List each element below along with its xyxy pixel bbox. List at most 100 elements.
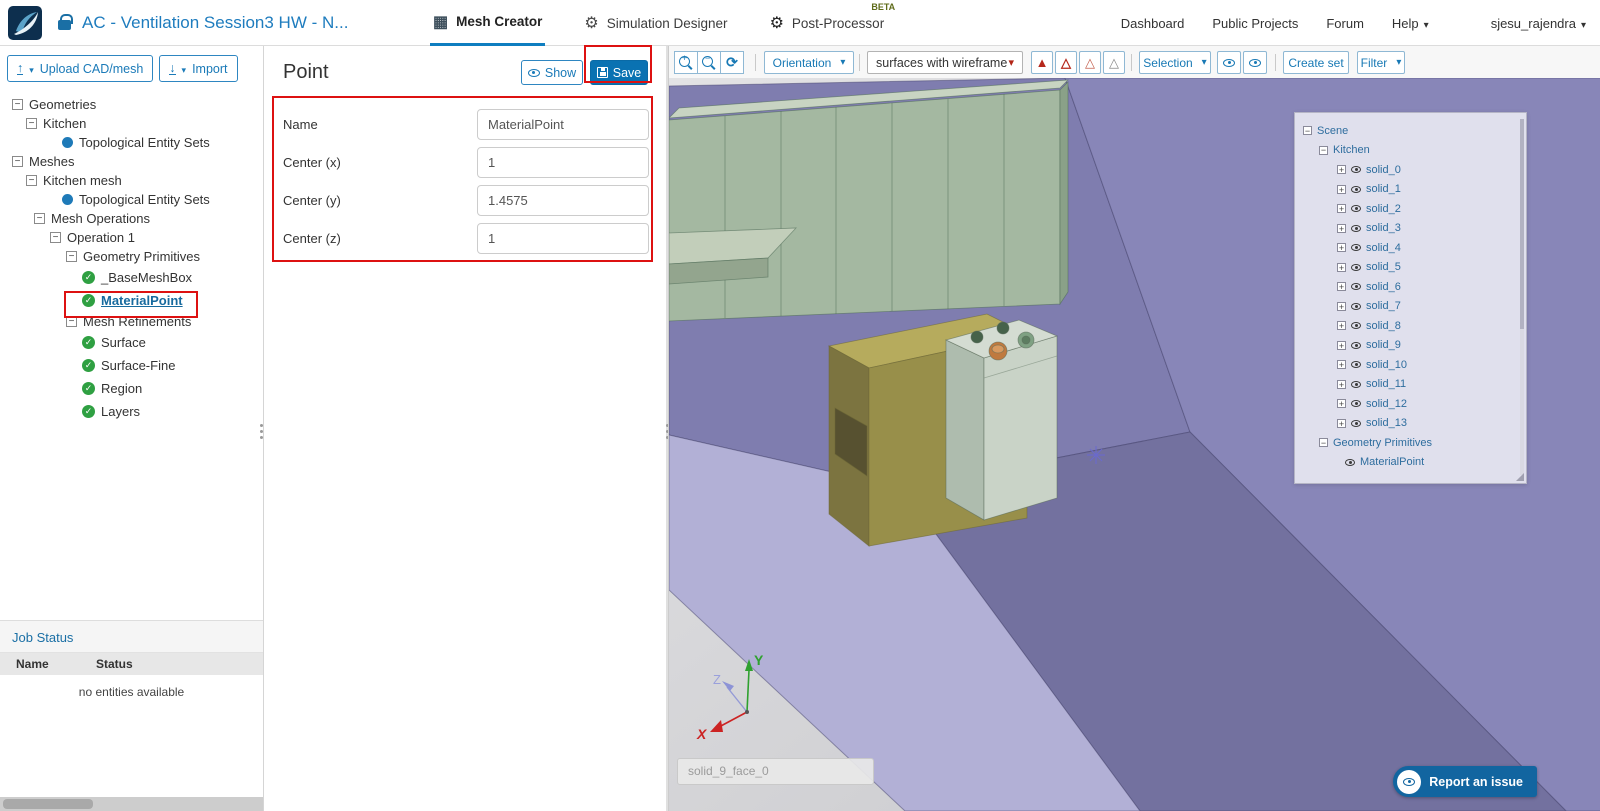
tree-item-topological-entity-sets-mesh[interactable]: Topological Entity Sets xyxy=(0,190,263,209)
tree-item-kitchen-mesh[interactable]: Kitchen mesh xyxy=(0,171,263,190)
tree-item-base-mesh-box[interactable]: _BaseMeshBox xyxy=(0,266,263,289)
scene-tree-item-solid[interactable]: solid_13 xyxy=(1295,414,1526,434)
visibility-eye-icon[interactable] xyxy=(1351,205,1361,213)
mesh-quality-filled-button[interactable] xyxy=(1031,51,1053,74)
scene-tree-item-solid[interactable]: solid_0 xyxy=(1295,160,1526,180)
cabinet-side-face[interactable] xyxy=(1059,81,1069,306)
mesh-quality-gray-button[interactable] xyxy=(1103,51,1125,74)
nav-dashboard[interactable]: Dashboard xyxy=(1121,16,1185,31)
expand-icon[interactable] xyxy=(1337,398,1346,410)
tree-item-mesh-refinements[interactable]: Mesh Refinements xyxy=(0,312,263,331)
tree-item-topological-entity-sets-geometry[interactable]: Topological Entity Sets xyxy=(0,133,263,152)
collapse-icon[interactable] xyxy=(26,174,37,187)
tab-simulation-designer[interactable]: Simulation Designer xyxy=(581,0,730,46)
tree-item-kitchen[interactable]: Kitchen xyxy=(0,114,263,133)
refresh-view-button[interactable] xyxy=(720,51,744,74)
render-mode-select[interactable]: surfaces with wireframe xyxy=(867,51,1023,74)
collapse-icon[interactable] xyxy=(26,117,37,130)
tree-item-geometry-primitives[interactable]: Geometry Primitives xyxy=(0,247,263,266)
visibility-eye-icon[interactable] xyxy=(1351,419,1361,427)
tree-item-surface[interactable]: Surface xyxy=(0,331,263,354)
scene-tree-item-solid[interactable]: solid_12 xyxy=(1295,394,1526,414)
scene-tree-item-solid[interactable]: solid_8 xyxy=(1295,316,1526,336)
save-button[interactable]: Save xyxy=(590,60,648,85)
nav-help-menu[interactable]: Help xyxy=(1392,16,1429,31)
visibility-eye-icon[interactable] xyxy=(1351,302,1361,310)
scene-tree-item-solid[interactable]: solid_5 xyxy=(1295,258,1526,278)
scene-tree-item-solid[interactable]: solid_9 xyxy=(1295,336,1526,356)
tree-item-material-point[interactable]: MaterialPoint xyxy=(0,289,263,312)
scene-tree-item-scene[interactable]: Scene xyxy=(1295,121,1526,141)
tab-post-processor[interactable]: Post-Processor BETA xyxy=(767,0,895,46)
scene-tree-item-solid[interactable]: solid_2 xyxy=(1295,199,1526,219)
tree-item-mesh-operations[interactable]: Mesh Operations xyxy=(0,209,263,228)
scene-tree-resize-handle[interactable] xyxy=(1516,473,1524,481)
scene-tree-item-solid[interactable]: solid_4 xyxy=(1295,238,1526,258)
visibility-eye-icon[interactable] xyxy=(1351,185,1361,193)
collapse-icon[interactable] xyxy=(50,231,61,244)
tree-item-layers[interactable]: Layers xyxy=(0,400,263,423)
visibility-eye-icon[interactable] xyxy=(1351,380,1361,388)
scene-tree-item-kitchen[interactable]: Kitchen xyxy=(1295,141,1526,161)
visibility-eye-icon[interactable] xyxy=(1351,322,1361,330)
visibility-eye-icon[interactable] xyxy=(1351,224,1361,232)
mesh-quality-outline-button[interactable] xyxy=(1079,51,1101,74)
expand-icon[interactable] xyxy=(1337,164,1346,176)
expand-icon[interactable] xyxy=(1337,301,1346,313)
collapse-icon[interactable] xyxy=(34,212,45,225)
scene-tree-item-solid[interactable]: solid_3 xyxy=(1295,219,1526,239)
scrollbar-thumb[interactable] xyxy=(1520,119,1524,329)
stove-front-face[interactable] xyxy=(983,335,1058,521)
expand-icon[interactable] xyxy=(1337,340,1346,352)
expand-icon[interactable] xyxy=(1337,262,1346,274)
import-button[interactable]: Import xyxy=(159,55,238,82)
expand-icon[interactable] xyxy=(1337,418,1346,430)
visibility-eye-icon[interactable] xyxy=(1351,361,1361,369)
upload-cad-mesh-button[interactable]: Upload CAD/mesh xyxy=(7,55,154,82)
expand-icon[interactable] xyxy=(1337,359,1346,371)
expand-icon[interactable] xyxy=(1337,223,1346,235)
collapse-icon[interactable] xyxy=(1319,437,1328,449)
show-all-button[interactable] xyxy=(1243,51,1267,74)
expand-icon[interactable] xyxy=(1337,379,1346,391)
cabinet-front-face[interactable] xyxy=(668,89,1061,322)
nav-public-projects[interactable]: Public Projects xyxy=(1212,16,1298,31)
collapse-icon[interactable] xyxy=(1319,144,1328,156)
expand-icon[interactable] xyxy=(1337,184,1346,196)
scene-tree-item-solid[interactable]: solid_1 xyxy=(1295,180,1526,200)
orientation-dropdown[interactable]: Orientation xyxy=(764,51,854,74)
center-x-field[interactable] xyxy=(477,147,649,178)
mesh-quality-bold-button[interactable] xyxy=(1055,51,1077,74)
tree-item-surface-fine[interactable]: Surface-Fine xyxy=(0,354,263,377)
nav-forum[interactable]: Forum xyxy=(1326,16,1364,31)
burner[interactable] xyxy=(970,330,984,344)
zoom-out-button[interactable] xyxy=(697,51,721,74)
center-z-field[interactable] xyxy=(477,223,649,254)
app-logo-icon[interactable] xyxy=(8,5,42,40)
report-issue-button[interactable]: Report an issue xyxy=(1393,766,1537,797)
scene-tree-item-solid[interactable]: solid_6 xyxy=(1295,277,1526,297)
3d-canvas-area[interactable]: Y X Z Scene Kitchen xyxy=(667,77,1600,811)
expand-icon[interactable] xyxy=(1337,242,1346,254)
collapse-icon[interactable] xyxy=(12,98,23,111)
tree-item-geometries[interactable]: Geometries xyxy=(0,95,263,114)
user-menu[interactable]: sjesu_rajendra xyxy=(1491,16,1586,31)
name-field[interactable] xyxy=(477,109,649,140)
tree-item-region[interactable]: Region xyxy=(0,377,263,400)
filter-dropdown[interactable]: Filter xyxy=(1357,51,1405,74)
collapse-icon[interactable] xyxy=(66,315,77,328)
hide-selection-button[interactable] xyxy=(1217,51,1241,74)
expand-icon[interactable] xyxy=(1337,320,1346,332)
scene-tree-item-geometry-primitives[interactable]: Geometry Primitives xyxy=(1295,433,1526,453)
tree-item-operation-1[interactable]: Operation 1 xyxy=(0,228,263,247)
scene-tree-item-solid[interactable]: solid_10 xyxy=(1295,355,1526,375)
create-set-button[interactable]: Create set xyxy=(1283,51,1349,74)
visibility-eye-icon[interactable] xyxy=(1351,283,1361,291)
stove-left-face[interactable] xyxy=(945,339,985,521)
collapse-icon[interactable] xyxy=(12,155,23,168)
scene-tree-scrollbar[interactable] xyxy=(1520,119,1524,475)
selection-dropdown[interactable]: Selection xyxy=(1139,51,1211,74)
tree-item-meshes[interactable]: Meshes xyxy=(0,152,263,171)
visibility-eye-icon[interactable] xyxy=(1345,458,1355,466)
collapse-icon[interactable] xyxy=(1303,125,1312,137)
